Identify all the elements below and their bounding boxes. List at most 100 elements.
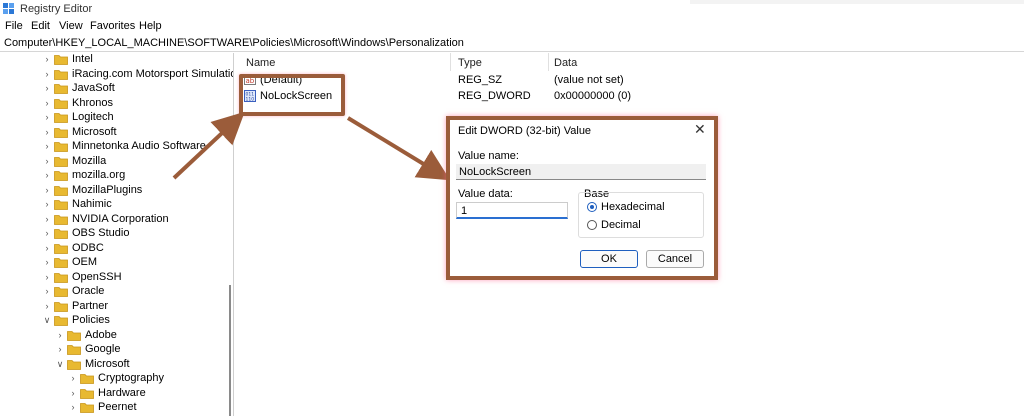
chevron-right-icon[interactable]: › <box>42 214 52 224</box>
tree-item[interactable]: › Partner <box>42 300 233 314</box>
tree-item-label: Google <box>85 343 121 355</box>
tree-item[interactable]: › iRacing.com Motorsport Simulation <box>42 68 234 82</box>
chevron-right-icon[interactable]: › <box>55 344 65 354</box>
chevron-right-icon[interactable]: › <box>42 199 52 209</box>
edit-dword-dialog: Edit DWORD (32-bit) Value ✕ Value name: … <box>450 120 714 276</box>
tree-item[interactable]: › NVIDIA Corporation <box>42 212 233 227</box>
decimal-radio[interactable] <box>587 220 597 230</box>
chevron-right-icon[interactable]: › <box>42 83 52 93</box>
tree-item-label: Intel <box>72 53 93 65</box>
folder-icon <box>54 200 68 210</box>
value-data-label: Value data: <box>458 188 513 200</box>
tree-item[interactable]: › ODBC <box>42 242 233 256</box>
tree-item-label: Cryptography <box>98 372 165 384</box>
value-data-input[interactable]: 1 <box>456 202 568 219</box>
tree-item-label: OpenSSH <box>72 270 122 283</box>
tree-item[interactable]: ∨ Microsoft <box>55 358 233 372</box>
chevron-down-icon[interactable]: ∨ <box>55 359 65 370</box>
tree-item[interactable]: › Adobe <box>55 329 233 343</box>
tree-item-label: JavaSoft <box>72 82 115 94</box>
folder-icon <box>54 127 68 138</box>
value-name-text: NoLockScreen <box>459 166 532 178</box>
folder-icon <box>80 374 94 384</box>
folder-icon <box>54 185 68 196</box>
folder-icon <box>54 98 68 109</box>
menu-bar: File Edit View Favorites Help <box>0 18 1024 35</box>
tree-item[interactable]: › Peernet <box>68 401 233 415</box>
value-data: 0x00000000 (0) <box>554 90 632 102</box>
tree-item[interactable]: › Khronos <box>42 97 233 111</box>
column-divider[interactable] <box>450 53 451 71</box>
tree-item[interactable]: › Minnetonka Audio Software <box>42 140 233 154</box>
tree-item[interactable]: › Oracle <box>42 285 233 299</box>
tree-item-label: NVIDIA Corporation <box>72 212 169 225</box>
chevron-right-icon[interactable]: › <box>42 257 52 267</box>
tree-item[interactable]: › OpenSSH <box>42 270 233 285</box>
close-icon[interactable]: ✕ <box>694 121 706 138</box>
tree-item[interactable]: › JavaSoft <box>42 82 233 96</box>
tree-item[interactable]: › Cryptography <box>68 372 233 386</box>
chevron-right-icon[interactable]: › <box>42 228 52 238</box>
tree-item-label: Policies <box>72 314 110 326</box>
value-row-default[interactable]: ab (Default) REG_SZ (value not set) <box>236 72 1024 88</box>
title-bar: Registry Editor <box>0 0 1024 18</box>
tree-item[interactable]: › Hardware <box>68 387 233 401</box>
chevron-right-icon[interactable]: › <box>42 69 52 79</box>
registry-editor-icon <box>3 3 14 14</box>
folder-icon <box>80 403 94 413</box>
decimal-label[interactable]: Decimal <box>601 219 641 231</box>
chevron-right-icon[interactable]: › <box>42 141 52 151</box>
menu-file[interactable]: File <box>5 20 23 32</box>
ok-button[interactable]: OK <box>580 250 638 268</box>
column-header-data[interactable]: Data <box>554 57 577 69</box>
column-divider[interactable] <box>548 53 549 71</box>
chevron-right-icon[interactable]: › <box>55 330 65 340</box>
chevron-right-icon[interactable]: › <box>68 402 78 412</box>
chevron-right-icon[interactable]: › <box>42 272 52 282</box>
menu-edit[interactable]: Edit <box>31 20 50 32</box>
address-bar[interactable]: Computer\HKEY_LOCAL_MACHINE\SOFTWARE\Pol… <box>0 35 1024 52</box>
chevron-down-icon[interactable]: ∨ <box>42 315 52 326</box>
folder-icon <box>67 330 81 341</box>
folder-icon <box>54 243 68 254</box>
hexadecimal-label[interactable]: Hexadecimal <box>601 201 665 213</box>
chevron-right-icon[interactable]: › <box>42 112 52 122</box>
chevron-right-icon[interactable]: › <box>42 127 52 137</box>
tree-item[interactable]: › mozilla.org <box>42 169 233 183</box>
tree-item[interactable]: ∨ Policies <box>42 314 233 328</box>
menu-help[interactable]: Help <box>139 20 162 32</box>
chevron-right-icon[interactable]: › <box>42 156 52 166</box>
tree-item-label: OEM <box>72 256 98 268</box>
chevron-right-icon[interactable]: › <box>42 54 52 64</box>
cancel-button[interactable]: Cancel <box>646 250 704 268</box>
chevron-right-icon[interactable]: › <box>42 170 52 180</box>
menu-view[interactable]: View <box>59 20 83 32</box>
column-header-name[interactable]: Name <box>246 57 275 69</box>
tree-item[interactable]: › Logitech <box>42 111 233 125</box>
tree-item[interactable]: › Google <box>55 343 233 357</box>
chevron-right-icon[interactable]: › <box>42 185 52 195</box>
key-tree[interactable]: › Intel › iRacing.com Motorsport Simulation… <box>0 53 234 416</box>
tree-item[interactable]: › Mozilla <box>42 155 233 169</box>
tree-item[interactable]: › MozillaPlugins <box>42 184 233 198</box>
chevron-right-icon[interactable]: › <box>42 243 52 253</box>
tree-item-label: iRacing.com Motorsport Simulation <box>72 67 234 80</box>
menu-favorites[interactable]: Favorites <box>90 20 135 32</box>
tree-item[interactable]: › Intel <box>42 53 233 67</box>
value-type: REG_DWORD <box>458 90 531 102</box>
column-header-type[interactable]: Type <box>458 57 482 69</box>
chevron-right-icon[interactable]: › <box>42 301 52 311</box>
chevron-right-icon[interactable]: › <box>42 286 52 296</box>
hexadecimal-radio[interactable] <box>587 202 597 212</box>
tree-item[interactable]: › OEM <box>42 256 233 270</box>
tree-item[interactable]: › Microsoft <box>42 126 233 140</box>
tree-item[interactable]: › OBS Studio <box>42 227 233 241</box>
tree-item-label: Nahimic <box>72 198 112 210</box>
chevron-right-icon[interactable]: › <box>68 388 78 398</box>
value-row-nolockscreen[interactable]: 011 110 NoLockScreen REG_DWORD 0x0000000… <box>236 88 1024 104</box>
chevron-right-icon[interactable]: › <box>68 373 78 383</box>
chevron-right-icon[interactable]: › <box>42 98 52 108</box>
tree-scrollbar[interactable] <box>229 285 231 416</box>
tree-item[interactable]: › Nahimic <box>42 198 233 212</box>
folder-icon <box>54 142 68 152</box>
